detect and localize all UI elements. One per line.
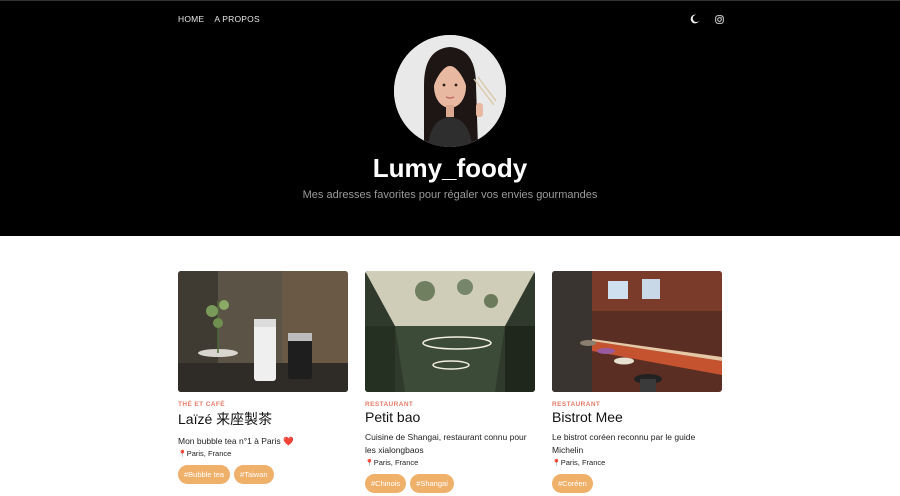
card-tags: #Coréen xyxy=(552,474,722,493)
card-description: Mon bubble tea n°1 à Paris ❤️ xyxy=(178,436,294,446)
card-image[interactable] xyxy=(365,271,535,392)
instagram-icon[interactable] xyxy=(714,14,724,24)
tag[interactable]: #Taiwan xyxy=(234,465,274,484)
pin-icon: 📍 xyxy=(365,460,374,467)
card-location: 📍Paris, France xyxy=(178,449,232,458)
tag[interactable]: #Chinois xyxy=(365,474,407,493)
card-category: RESTAURANT xyxy=(365,401,414,408)
page-title: Lumy_foody xyxy=(372,153,528,183)
tag[interactable]: #Bubble tea xyxy=(178,465,231,484)
card-description: Le bistrot coréen reconnu par le guide M… xyxy=(552,432,696,455)
card-description: Cuisine de Shangai, restaurant connu pou… xyxy=(365,432,527,455)
place-card[interactable]: RESTAURANT Bistrot Mee Le bistrot coréen… xyxy=(552,271,722,493)
pin-icon: 📍 xyxy=(178,451,187,458)
nav-about-link[interactable]: A PROPOS xyxy=(214,14,260,24)
place-card[interactable]: RESTAURANT Petit bao Cuisine de Shangai,… xyxy=(365,271,535,493)
moon-icon[interactable] xyxy=(690,14,700,24)
card-title[interactable]: Bistrot Mee xyxy=(552,409,722,425)
card-category: RESTAURANT xyxy=(552,401,601,408)
card-tags: #Chinois #Shangai xyxy=(365,474,535,493)
card-image[interactable] xyxy=(552,271,722,392)
hero-section: HOME A PROPOS Lumy_foody Mes adresses fa… xyxy=(0,0,900,236)
nav-home-link[interactable]: HOME xyxy=(178,14,204,24)
top-nav: HOME A PROPOS xyxy=(178,13,724,25)
card-location: 📍Paris, France xyxy=(552,458,606,467)
card-image[interactable] xyxy=(178,271,348,392)
tag[interactable]: #Shangai xyxy=(410,474,454,493)
avatar xyxy=(394,35,506,147)
card-title[interactable]: Laïzé 来座製茶 xyxy=(178,409,348,429)
card-category: THÉ ET CAFÉ xyxy=(178,401,226,408)
card-tags: #Bubble tea #Taiwan xyxy=(178,465,348,484)
pin-icon: 📍 xyxy=(552,460,561,467)
page-subtitle: Mes adresses favorites pour régaler vos … xyxy=(302,189,598,201)
tag[interactable]: #Coréen xyxy=(552,474,593,493)
card-list: THÉ ET CAFÉ Laïzé 来座製茶 Mon bubble tea n°… xyxy=(178,271,722,493)
card-title[interactable]: Petit bao xyxy=(365,409,535,425)
place-card[interactable]: THÉ ET CAFÉ Laïzé 来座製茶 Mon bubble tea n°… xyxy=(178,271,348,493)
card-location: 📍Paris, France xyxy=(365,458,419,467)
